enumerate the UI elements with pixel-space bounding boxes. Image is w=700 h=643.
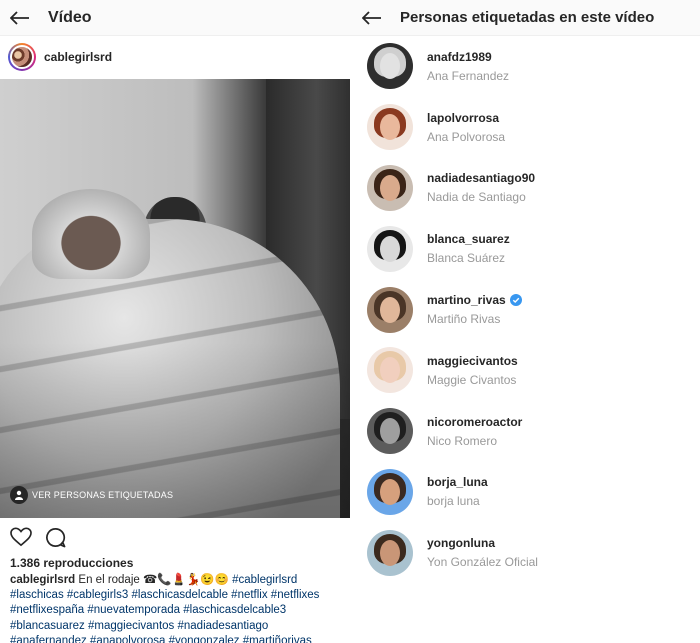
post-author-row[interactable]: cablegirlsrd bbox=[0, 36, 352, 78]
caption-hashtags[interactable]: #blancasuarez #maggiecivantos #nadiadesa… bbox=[10, 620, 268, 632]
avatar[interactable] bbox=[367, 286, 413, 333]
list-item[interactable]: maggiecivantos Maggie Civantos bbox=[352, 340, 700, 401]
tagged-fullname: Nadia de Santiago bbox=[427, 190, 526, 205]
tagged-header-bar: Personas etiquetadas en este vídeo bbox=[352, 0, 700, 36]
tagged-username-text[interactable]: martino_rivas bbox=[427, 293, 506, 307]
list-item[interactable]: nicoromeroactor Nico Romero bbox=[352, 401, 700, 462]
tagged-username[interactable]: maggiecivantos bbox=[427, 354, 518, 368]
page-title: Personas etiquetadas en este vídeo bbox=[400, 9, 655, 26]
list-item[interactable]: lapolvorrosa Ana Polvorosa bbox=[352, 97, 700, 158]
post-header-bar: Vídeo bbox=[0, 0, 352, 36]
tagged-username[interactable]: yongonluna bbox=[427, 536, 538, 550]
view-tagged-people-button[interactable]: VER PERSONAS ETIQUETADAS bbox=[10, 484, 173, 506]
tagged-username[interactable]: lapolvorrosa bbox=[427, 111, 505, 125]
back-arrow-icon[interactable] bbox=[8, 8, 32, 28]
tagged-fullname: Yon González Oficial bbox=[427, 555, 538, 570]
post-actions bbox=[10, 525, 78, 549]
tagged-people-pane: Personas etiquetadas en este vídeo anafd… bbox=[352, 0, 700, 643]
comment-icon[interactable] bbox=[44, 526, 66, 548]
avatar[interactable] bbox=[367, 468, 413, 515]
tagged-username[interactable]: blanca_suarez bbox=[427, 232, 510, 246]
tagged-username[interactable]: anafdz1989 bbox=[427, 50, 509, 64]
caption-hashtags[interactable]: #cablegirlsrd bbox=[232, 574, 297, 586]
avatar[interactable] bbox=[367, 164, 413, 211]
list-item[interactable]: martino_rivas Martiño Rivas bbox=[352, 279, 700, 340]
list-item[interactable]: blanca_suarez Blanca Suárez bbox=[352, 218, 700, 279]
caption-hashtags[interactable]: #netflixespaña #nuevatemporada #laschica… bbox=[10, 604, 286, 616]
tagged-fullname: Nico Romero bbox=[427, 433, 498, 448]
avatar[interactable] bbox=[8, 43, 36, 71]
tagged-username[interactable]: nadiadesantiago90 bbox=[427, 171, 535, 185]
caption-hashtags[interactable]: #laschicas #cablegirls3 #laschicasdelcab… bbox=[10, 589, 319, 601]
avatar[interactable] bbox=[367, 43, 413, 90]
tagged-username[interactable]: borja_luna bbox=[427, 475, 488, 489]
tagged-fullname: Maggie Civantos bbox=[427, 372, 517, 387]
caption-hashtags[interactable]: #anafernandez #anapolvorosa #yongonzalez… bbox=[10, 635, 312, 643]
tagged-people-list: anafdz1989 Ana Fernandez lapolvorrosa An… bbox=[352, 36, 700, 583]
list-item[interactable]: nadiadesantiago90 Nadia de Santiago bbox=[352, 158, 700, 219]
avatar[interactable] bbox=[367, 529, 413, 576]
avatar[interactable] bbox=[367, 347, 413, 394]
video-player[interactable]: VER PERSONAS ETIQUETADAS bbox=[0, 79, 350, 518]
tagged-fullname: Blanca Suárez bbox=[427, 251, 506, 266]
view-count: 1.386 reproducciones bbox=[10, 556, 134, 570]
tagged-username[interactable]: nicoromeroactor bbox=[427, 415, 522, 429]
verified-badge-icon bbox=[509, 294, 522, 307]
caption-text: En el rodaje ☎📞💄💃😉😊 bbox=[78, 574, 229, 586]
avatar[interactable] bbox=[367, 104, 413, 151]
avatar[interactable] bbox=[367, 225, 413, 272]
post-pane: Vídeo cablegirlsrd VER PERSONAS ETIQUETA… bbox=[0, 0, 352, 643]
post-caption: cablegirlsrd En el rodaje ☎📞💄💃😉😊 #cableg… bbox=[10, 573, 348, 643]
heart-icon[interactable] bbox=[10, 526, 32, 548]
back-arrow-icon[interactable] bbox=[360, 8, 384, 28]
list-item[interactable]: yongonluna Yon González Oficial bbox=[352, 522, 700, 583]
tagged-fullname: borja luna bbox=[427, 494, 480, 509]
page-title: Vídeo bbox=[48, 8, 92, 26]
view-tagged-people-label: VER PERSONAS ETIQUETADAS bbox=[32, 490, 174, 500]
tagged-fullname: Ana Polvorosa bbox=[427, 129, 506, 144]
tagged-fullname: Ana Fernandez bbox=[427, 68, 510, 83]
author-username[interactable]: cablegirlsrd bbox=[44, 50, 112, 64]
person-tag-icon bbox=[10, 486, 28, 504]
tagged-fullname: Martiño Rivas bbox=[427, 312, 501, 327]
list-item[interactable]: anafdz1989 Ana Fernandez bbox=[352, 36, 700, 97]
caption-username[interactable]: cablegirlsrd bbox=[10, 574, 75, 586]
list-item[interactable]: borja_luna borja luna bbox=[352, 462, 700, 523]
avatar[interactable] bbox=[367, 408, 413, 455]
tagged-username[interactable]: martino_rivas bbox=[427, 293, 522, 307]
